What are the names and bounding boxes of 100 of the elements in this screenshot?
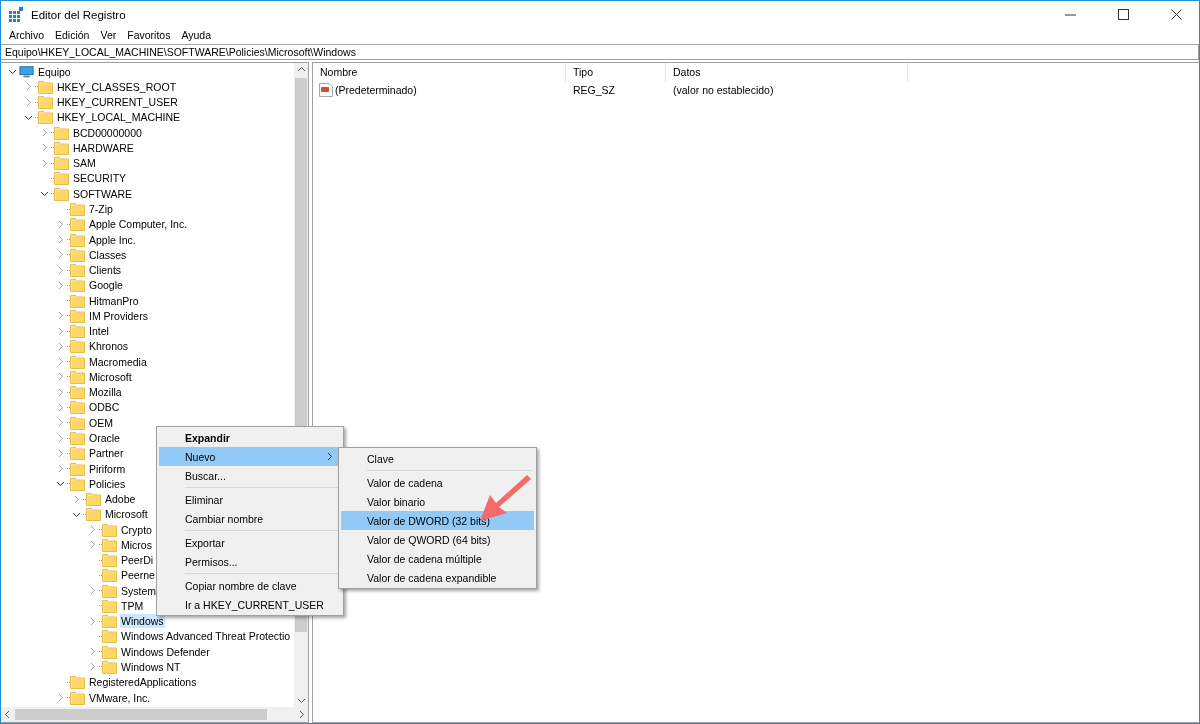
folder-icon [70,308,85,323]
folder-icon [86,492,101,507]
tree-item[interactable]: HARDWARE [72,140,135,155]
tree-item[interactable]: Microsoft [104,507,149,522]
tree-item[interactable]: Partner [88,446,125,461]
scrollbar-thumb[interactable] [15,709,267,720]
tree-item[interactable]: Windows Advanced Threat Protectio [120,629,292,644]
tree-item[interactable]: Classes [88,247,128,262]
folder-icon [70,354,85,369]
folder-icon [86,507,101,522]
tree-item[interactable]: HKEY_CURRENT_USER [56,95,179,110]
tree-item[interactable]: Khronos [88,339,130,354]
menu-item[interactable]: Valor binario [341,492,534,511]
menu-item[interactable]: Ver [98,29,122,41]
app-icon [8,6,24,23]
scroll-left-icon[interactable] [3,710,12,719]
folder-icon [70,461,85,476]
menu-item[interactable]: Archivo [7,29,49,41]
tree-item[interactable]: HitmanPro [88,293,140,308]
tree-item[interactable]: HKEY_LOCAL_MACHINE [56,110,182,125]
tree-item[interactable]: SECURITY [72,171,128,186]
tree-item[interactable]: PeerDi [120,553,155,568]
folder-icon [38,79,53,94]
column-header[interactable]: Tipo [566,63,666,82]
folder-icon [102,614,117,629]
tree-item[interactable]: BCD00000000 [72,125,143,140]
tree-item[interactable]: Adobe [104,492,137,507]
folder-icon [70,476,85,491]
tree-item[interactable]: VMware, Inc. [88,690,152,705]
column-header[interactable]: Datos [666,63,908,82]
folder-icon [102,522,117,537]
tree-item[interactable]: Micros [120,537,153,552]
folder-icon [102,660,117,674]
computer-icon [19,64,34,79]
scroll-down-icon[interactable] [296,696,306,705]
tree-item[interactable]: Oracle [88,431,121,445]
tree-item[interactable]: Crypto [120,522,153,537]
tree-item[interactable]: ODBC [88,400,121,415]
folder-icon [102,629,117,644]
menu-item[interactable]: Copiar nombre de clave [159,576,341,595]
menu-item[interactable]: Clave [341,449,534,468]
menu-item[interactable]: Eliminar [159,490,341,509]
folder-icon [70,247,85,262]
tree-item[interactable]: HKEY_CLASSES_ROOT [56,79,178,94]
string-value-icon [319,83,333,97]
address-field[interactable]: Equipo\HKEY_LOCAL_MACHINE\SOFTWARE\Policies\Microsoft\Windows [1,44,1199,60]
tree-item[interactable]: Google [88,278,124,293]
folder-icon [54,186,69,201]
folder-icon [70,217,85,232]
tree-item[interactable]: Equipo [37,64,72,79]
menu-item[interactable]: Valor de cadena múltiple [341,549,534,568]
tree-item[interactable]: Policies [88,476,127,491]
folder-icon [70,263,85,278]
menu-item[interactable]: Ir a HKEY_CURRENT_USER [159,595,341,614]
tree-item[interactable]: 7-Zip [88,202,114,216]
menu-item[interactable]: Valor de QWORD (64 bits) [341,530,534,549]
menu-item[interactable]: Buscar... [159,466,341,485]
folder-icon [54,140,69,155]
scroll-right-icon[interactable] [297,710,306,719]
menu-item[interactable]: Edición [53,29,95,41]
tree-item[interactable]: OEM [88,415,114,430]
folder-icon [70,293,85,308]
tree-item[interactable]: SOFTWARE [72,186,134,201]
folder-icon [70,232,85,247]
tree-item[interactable]: SAM [72,156,97,171]
tree-item[interactable]: RegisteredApplications [88,675,198,690]
tree-item[interactable]: TPM [120,598,145,613]
tree-item[interactable]: Clients [88,263,123,278]
tree-item[interactable]: Intel [88,324,110,339]
menu-item[interactable]: Favoritos [125,29,176,41]
folder-icon [38,110,53,125]
tree-item[interactable]: System [120,583,157,598]
tree-item[interactable]: Macromedia [88,354,148,369]
menu-item[interactable]: Permisos... [159,552,341,571]
tree-item[interactable]: Windows NT [120,660,182,674]
menu-item[interactable]: Expandir [159,428,341,447]
tree-item[interactable]: Microsoft [88,369,133,384]
menu-item[interactable]: Exportar [159,533,341,552]
folder-icon [70,446,85,461]
tree-item[interactable]: Mozilla [88,385,123,400]
menu-item[interactable]: Valor de cadena [341,473,534,492]
tree-item[interactable]: Peerne [120,568,156,583]
tree-item[interactable]: IM Providers [88,308,149,323]
folder-icon [70,675,85,690]
tree-item[interactable]: Apple Inc. [88,232,137,247]
menu-item[interactable]: Valor de cadena expandible [341,568,534,587]
folder-icon [38,95,53,110]
menu-item[interactable]: Cambiar nombre [159,509,341,528]
folder-icon [70,431,85,445]
folder-icon [54,125,69,140]
tree-item[interactable]: Piriform [88,461,127,476]
tree-item[interactable]: Windows Defender [120,644,211,659]
folder-icon [70,202,85,216]
menu-item[interactable]: Ayuda [179,29,216,41]
tree-item[interactable]: Apple Computer, Inc. [88,217,189,232]
menu-item[interactable]: Valor de DWORD (32 bits) [341,511,534,530]
menu-item[interactable]: Nuevo [159,447,341,466]
scroll-up-icon[interactable] [296,65,306,74]
tree-item[interactable]: Windows [120,614,165,629]
column-header[interactable]: Nombre [313,63,566,82]
